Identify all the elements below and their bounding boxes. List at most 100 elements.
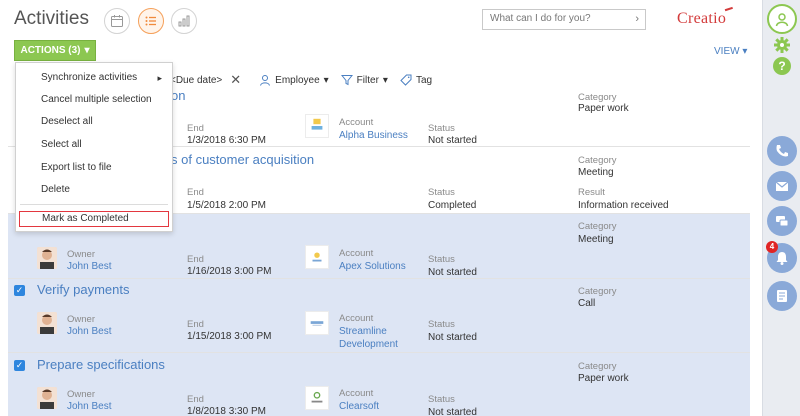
activity-title[interactable]: on [171, 92, 185, 103]
bell-icon [776, 252, 788, 265]
category-value: Call [578, 298, 596, 309]
category-value: Paper work [578, 103, 629, 114]
account-link[interactable]: Apex Solutions [339, 261, 406, 272]
logo-mark-icon [724, 6, 734, 13]
account-link-line1[interactable]: Streamline [339, 326, 387, 337]
list-icon [145, 16, 156, 26]
menu-item-delete[interactable]: Delete [16, 180, 172, 200]
account-logo-icon [311, 391, 323, 403]
account-link[interactable]: Clearsoft [339, 401, 379, 412]
avatar-icon [37, 387, 57, 409]
menu-item-cancel-multiple-selection[interactable]: Cancel multiple selection [16, 90, 172, 110]
avatar-icon [37, 247, 57, 269]
person-icon [260, 75, 271, 86]
menu-item-mark-as-completed[interactable]: Mark as Completed [19, 211, 169, 227]
account-label: Account [339, 248, 374, 259]
caret-down-icon: ▾ [323, 74, 329, 86]
status-label: Status [428, 187, 455, 198]
owner-link[interactable]: John Best [67, 326, 111, 337]
avatar-icon [37, 312, 57, 334]
activity-title[interactable]: Prepare specifications [37, 357, 165, 372]
category-value: Meeting [578, 234, 614, 245]
account-link[interactable]: Alpha Business [339, 130, 408, 141]
account-link-line2[interactable]: Development [339, 339, 398, 350]
category-label: Category [578, 92, 617, 103]
employee-filter[interactable]: Employee ▾ [259, 74, 329, 86]
end-label: End [187, 394, 204, 405]
account-label: Account [339, 117, 374, 128]
avatar [37, 387, 57, 409]
account-label: Account [339, 313, 374, 324]
menu-item-label: Mark as Completed [42, 213, 129, 224]
tag-label: Tag [415, 74, 433, 86]
task-list-icon [777, 290, 787, 302]
notification-count-badge: 4 [766, 241, 778, 253]
close-icon[interactable]: ✕ [230, 72, 241, 88]
tag-icon [400, 74, 412, 86]
account-label: Account [339, 388, 374, 399]
avatar [37, 247, 57, 269]
end-value: 1/15/2018 3:00 PM [187, 331, 272, 342]
menu-item-synchronize-activities[interactable]: Synchronize activities ▸ [16, 68, 172, 88]
filter-button[interactable]: Filter ▾ [340, 74, 388, 86]
status-label: Status [428, 123, 455, 134]
settings-button[interactable] [773, 36, 791, 54]
account-logo-icon [311, 118, 323, 130]
tag-button[interactable]: Tag [400, 74, 432, 86]
user-profile-icon [775, 13, 789, 27]
menu-item-select-all[interactable]: Select all [16, 135, 172, 155]
checkbox-checked-icon[interactable]: ✓ [14, 285, 25, 296]
result-label: Result [578, 187, 605, 198]
view-menu-button[interactable]: VIEW ▾ [714, 46, 747, 57]
account-logo-icon [312, 252, 322, 262]
end-label: End [187, 187, 204, 198]
phone-button[interactable] [767, 136, 797, 166]
status-value: Not started [428, 332, 477, 343]
list-item[interactable]: ✓ Verify payments Category Call Owner Jo… [8, 279, 750, 353]
analytics-view-button[interactable] [171, 8, 197, 34]
page-header: Activities What can I do for you? › Crea… [0, 0, 762, 70]
activity-title[interactable]: Verify payments [37, 282, 130, 297]
status-value: Not started [428, 407, 477, 416]
question-mark-icon: ? [778, 59, 786, 73]
caret-down-icon: ▾ [84, 45, 90, 56]
envelope-icon [775, 181, 789, 191]
menu-item-export-list[interactable]: Export list to file [16, 158, 172, 178]
menu-item-deselect-all[interactable]: Deselect all [16, 112, 172, 132]
email-button[interactable] [767, 171, 797, 201]
profile-button[interactable] [767, 4, 797, 34]
feed-button[interactable] [767, 206, 797, 236]
status-label: Status [428, 254, 455, 265]
actions-button[interactable]: ACTIONS (3) ▾ [14, 40, 96, 61]
status-value: Not started [428, 267, 477, 278]
chevron-right-icon: ▸ [157, 73, 162, 83]
command-search-input[interactable]: What can I do for you? › [482, 9, 646, 30]
owner-link[interactable]: John Best [67, 401, 111, 412]
status-value: Completed [428, 200, 477, 211]
category-label: Category [578, 286, 617, 297]
list-item[interactable]: ✓ Prepare specifications Category Paper … [8, 353, 750, 416]
search-placeholder: What can I do for you? [490, 13, 591, 24]
end-value: 1/3/2018 6:30 PM [187, 135, 266, 146]
calendar-view-button[interactable] [104, 8, 130, 34]
employee-filter-label: Employee [275, 74, 320, 86]
due-date-filter-label: <Due date> [170, 74, 223, 86]
view-label: VIEW [714, 46, 740, 57]
tasks-button[interactable] [767, 281, 797, 311]
list-view-button[interactable] [138, 8, 164, 34]
caret-down-icon: ▾ [742, 46, 748, 57]
menu-item-label: Cancel multiple selection [41, 94, 152, 105]
help-button[interactable]: ? [773, 57, 791, 75]
gear-icon [774, 37, 790, 53]
activity-title[interactable]: s of customer acquisition [171, 152, 314, 167]
category-value: Meeting [578, 167, 614, 178]
communication-panel: ? 4 [762, 0, 800, 416]
owner-link[interactable]: John Best [67, 261, 111, 272]
chevron-right-icon[interactable]: › [635, 13, 639, 25]
creatio-logo: Creatio [677, 10, 727, 27]
result-value: Information received [578, 200, 669, 211]
actions-dropdown-menu: Synchronize activities ▸ Cancel multiple… [15, 62, 173, 232]
checkbox-checked-icon[interactable]: ✓ [14, 360, 25, 371]
due-date-filter[interactable]: <Due date> ✕ [170, 72, 241, 88]
menu-item-label: Deselect all [41, 116, 93, 127]
